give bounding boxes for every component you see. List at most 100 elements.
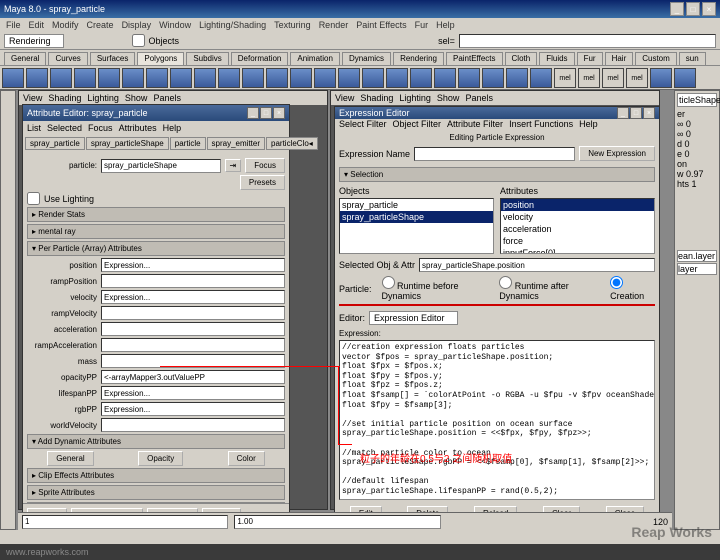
radio-creation[interactable]: Creation [610,276,655,301]
section-clip-effects[interactable]: Clip Effects Attributes [27,468,285,483]
shelf-icon[interactable] [26,68,48,88]
ae-tab[interactable]: particle [170,137,206,150]
shelf-icon[interactable] [650,68,672,88]
shelf-icon[interactable] [74,68,96,88]
menu-create[interactable]: Create [87,20,114,30]
tab-curves[interactable]: Curves [48,52,87,65]
ae-menu-attributes[interactable]: Attributes [119,123,157,133]
shelf-icon[interactable] [218,68,240,88]
tab-custom[interactable]: Custom [635,52,677,65]
channel-row[interactable]: ∞ 0 [677,129,717,139]
shelf-icon[interactable] [506,68,528,88]
tab-hair[interactable]: Hair [605,52,634,65]
pp-input[interactable] [101,306,285,320]
menu-texturing[interactable]: Texturing [274,20,311,30]
shelf-icon[interactable] [290,68,312,88]
shelf-icon[interactable] [122,68,144,88]
ee-menu-object-filter[interactable]: Object Filter [393,119,442,129]
shelf-mel-icon[interactable]: mel [578,68,600,88]
menu-window[interactable]: Window [159,20,191,30]
section-selection[interactable]: Selection [339,167,655,182]
tab-cloth[interactable]: Cloth [505,52,538,65]
focus-button[interactable]: Focus [245,158,285,173]
minimize-icon[interactable]: _ [670,2,684,16]
nav-icon[interactable]: ⇥ [225,159,242,172]
section-add-dynamic[interactable]: Add Dynamic Attributes [27,434,285,449]
presets-button[interactable]: Presets [240,175,285,190]
shelf-icon[interactable] [146,68,168,88]
tab-subdivs[interactable]: Subdivs [186,52,228,65]
ae-menu-list[interactable]: List [27,123,41,133]
maximize-icon[interactable]: □ [630,107,642,119]
shelf-icon[interactable] [50,68,72,88]
shelf-icon[interactable] [410,68,432,88]
tab-deformation[interactable]: Deformation [231,52,289,65]
maximize-icon[interactable]: □ [686,2,700,16]
shelf-icon[interactable] [314,68,336,88]
radio-runtime-after[interactable]: Runtime after Dynamics [499,276,600,301]
sel-attr-input[interactable] [419,258,655,272]
particle-input[interactable] [101,159,221,173]
shelf-mel-icon[interactable]: mel [554,68,576,88]
menu-modify[interactable]: Modify [52,20,79,30]
menu-display[interactable]: Display [122,20,152,30]
shelf-icon[interactable] [386,68,408,88]
vp-menu-panels[interactable]: Panels [153,93,181,103]
shelf-icon[interactable] [194,68,216,88]
maximize-icon[interactable]: □ [260,107,272,119]
menu-fur[interactable]: Fur [415,20,429,30]
tab-surfaces[interactable]: Surfaces [90,52,136,65]
vp-menu-lighting[interactable]: Lighting [399,93,431,103]
shelf-icon[interactable] [266,68,288,88]
shelf-icon[interactable] [338,68,360,88]
opacity-button[interactable]: Opacity [138,451,183,466]
ae-tab[interactable]: particleClo◂ [266,137,318,150]
expression-textarea[interactable]: //creation expression floats particles v… [339,340,655,500]
layer-item[interactable]: layer [677,263,717,275]
shelf-icon[interactable] [482,68,504,88]
tab-painteffects[interactable]: PaintEffects [446,52,503,65]
tab-general[interactable]: General [4,52,46,65]
pp-input[interactable] [101,258,285,272]
menu-file[interactable]: File [6,20,21,30]
close-icon[interactable]: × [702,2,716,16]
shelf-icon[interactable] [530,68,552,88]
pp-input[interactable] [101,322,285,336]
list-item[interactable]: position [501,199,654,211]
minimize-icon[interactable]: _ [247,107,259,119]
ee-menu-select-filter[interactable]: Select Filter [339,119,387,129]
vp-menu-shading[interactable]: Shading [360,93,393,103]
vp-menu-lighting[interactable]: Lighting [87,93,119,103]
menu-help[interactable]: Help [436,20,455,30]
vp-menu-shading[interactable]: Shading [48,93,81,103]
mode-dropdown[interactable]: Rendering [4,34,64,48]
channel-row[interactable]: ∞ 0 [677,119,717,129]
shelf-mel-icon[interactable]: mel [602,68,624,88]
toolbox[interactable] [0,90,16,530]
tab-sun[interactable]: sun [679,52,706,65]
list-item[interactable]: acceleration [501,223,654,235]
general-button[interactable]: General [47,451,93,466]
vp-menu-view[interactable]: View [23,93,42,103]
vp-menu-panels[interactable]: Panels [465,93,493,103]
vp-menu-show[interactable]: Show [437,93,460,103]
pp-input[interactable] [101,370,285,384]
ae-tab[interactable]: spray_particle [25,137,85,150]
use-lighting-checkbox[interactable] [27,192,40,205]
section-sprite[interactable]: Sprite Attributes [27,485,285,500]
ae-menu-help[interactable]: Help [163,123,182,133]
channel-row[interactable]: hts 1 [677,179,717,189]
list-item[interactable]: force [501,235,654,247]
layer-item[interactable]: ean.layer [677,250,717,262]
section-mental-ray[interactable]: mental ray [27,224,285,239]
pp-input[interactable] [101,386,285,400]
objects-listbox[interactable]: spray_particle spray_particleShape [339,198,494,254]
shelf-icon[interactable] [458,68,480,88]
channel-row[interactable]: on [677,159,717,169]
pp-input[interactable] [101,402,285,416]
channel-row[interactable]: w 0.97 [677,169,717,179]
objects-checkbox[interactable] [132,34,145,47]
tab-polygons[interactable]: Polygons [137,52,184,65]
channel-row[interactable]: er [677,109,717,119]
pp-input[interactable] [101,338,285,352]
